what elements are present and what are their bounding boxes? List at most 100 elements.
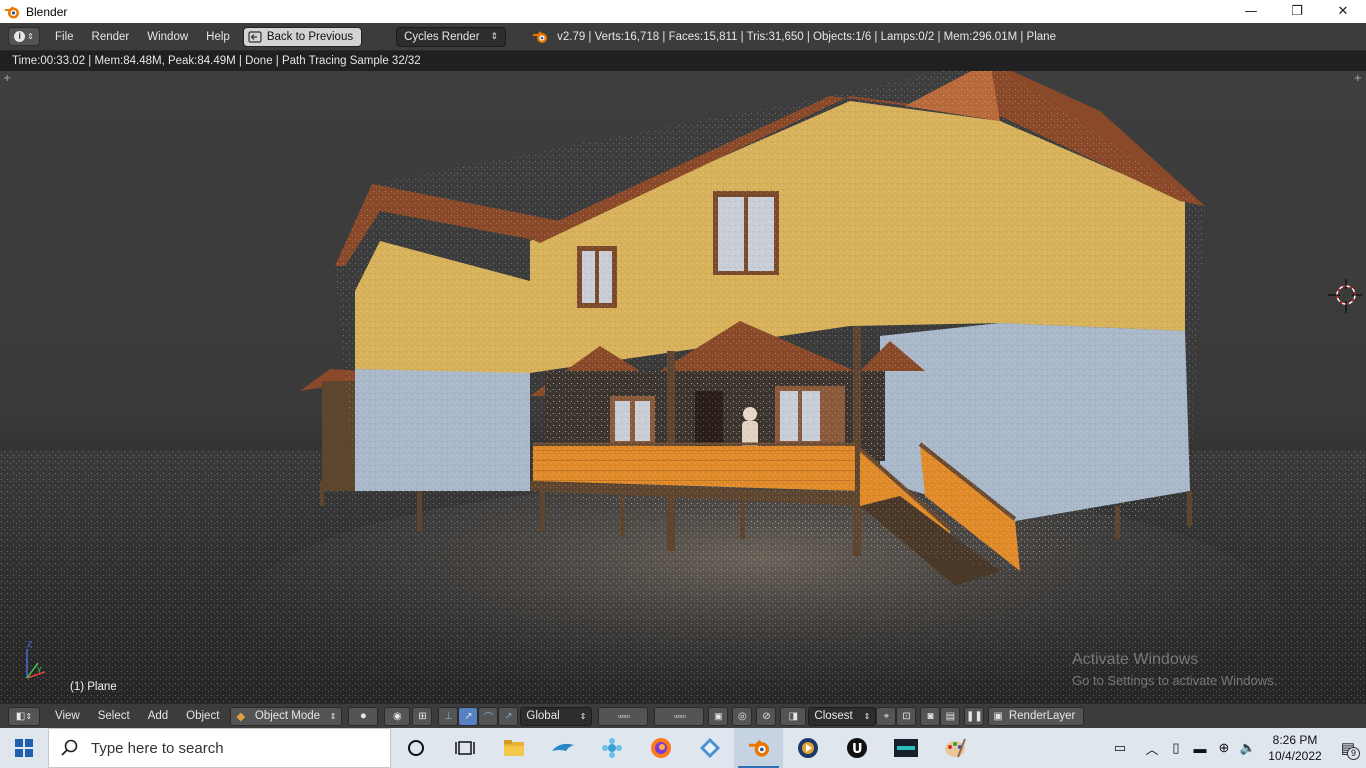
snap-target-value: Closest xyxy=(814,710,853,722)
falloff-icon: ⊘ xyxy=(762,710,771,722)
snap-target-dropdown[interactable]: Closest ⇕ xyxy=(808,706,877,726)
taskbar-app-firefox[interactable] xyxy=(636,728,685,768)
translate-manipulator[interactable]: ⊥ xyxy=(438,706,459,726)
taskbar-app-diamond[interactable] xyxy=(685,728,734,768)
blender-logo-icon xyxy=(533,30,548,43)
falloff-button[interactable]: ⊘ xyxy=(756,706,777,726)
updown-arrows-icon: ⇕ xyxy=(863,711,871,721)
menu-render[interactable]: Render xyxy=(83,27,139,47)
translate-icon: ⊥ xyxy=(444,710,453,722)
keyboard-icon: ▭ xyxy=(1113,740,1127,755)
snap-align-button[interactable]: ⌖ xyxy=(876,706,897,726)
windows-taskbar: Type here to search U ▭ ︿ ▯ ▬ ⊕ 🔈 8:26 P… xyxy=(0,728,1366,768)
back-to-previous-button[interactable]: Back to Previous xyxy=(242,26,363,47)
watermark-title: Activate Windows xyxy=(1072,651,1199,668)
manipulator-toggle[interactable]: ⊞ xyxy=(412,706,433,726)
minimize-button[interactable]: — xyxy=(1228,0,1274,23)
updown-arrows-icon: ⇕ xyxy=(27,31,34,41)
layers-grid-icon: ▫▫▫▫▫ xyxy=(673,711,686,721)
diamond-app-icon xyxy=(699,738,720,758)
blender-logo-icon xyxy=(5,5,19,18)
snap-manipulator[interactable]: ↗ xyxy=(498,706,519,726)
taskbar-app-file-explorer[interactable] xyxy=(489,728,538,768)
taskbar-search-box[interactable]: Type here to search xyxy=(48,728,391,768)
menu-object[interactable]: Object xyxy=(177,706,228,726)
speaker-icon: 🔈 xyxy=(1239,740,1257,755)
taskbar-app-unreal-engine[interactable]: U xyxy=(832,728,881,768)
layer-lock-icon: ▣ xyxy=(714,710,723,721)
task-view-icon xyxy=(454,741,475,755)
action-center-button[interactable]: ▤ 9 xyxy=(1330,728,1366,768)
task-view-button[interactable] xyxy=(440,728,489,768)
tray-device-button[interactable]: ▯ xyxy=(1164,728,1188,768)
layer-buttons-1[interactable]: ▫▫▫▫▫ xyxy=(598,706,649,726)
snap-element-dropdown[interactable]: ◨ xyxy=(780,706,807,726)
render-animation-button[interactable]: ▤ xyxy=(940,706,961,726)
editor-type-selector[interactable]: ◧ ⇕ xyxy=(8,706,40,726)
object-mode-dropdown[interactable]: ◆ Object Mode ⇕ xyxy=(230,706,343,726)
scale-manipulator[interactable]: ⌒ xyxy=(478,706,499,726)
pause-icon: ❚❚ xyxy=(966,710,983,722)
snap-element-icon: ◨ xyxy=(788,710,799,722)
pause-render-button[interactable]: ❚❚ xyxy=(964,706,985,726)
menu-view[interactable]: View xyxy=(46,706,89,726)
lock-camera-button[interactable]: ▣ xyxy=(708,706,729,726)
3d-viewport[interactable]: Z Y Time:00:33.02 | Mem:84.48M, Peak:84.… xyxy=(0,51,1366,703)
transform-orientation-dropdown[interactable]: Global ⇕ xyxy=(520,706,593,726)
render-still-button[interactable]: ◙ xyxy=(920,706,941,726)
render-engine-dropdown[interactable]: Cycles Render ⇕ xyxy=(396,26,507,47)
puzzle-icon xyxy=(601,738,622,758)
render-status-bar: Time:00:33.02 | Mem:84.48M, Peak:84.49M … xyxy=(0,51,1366,71)
menu-file[interactable]: File xyxy=(46,27,83,47)
axis-y-label: Y xyxy=(36,666,42,675)
arrow-icon: ↗ xyxy=(504,710,513,722)
taskbar-app-dolphin[interactable] xyxy=(538,728,587,768)
taskbar-app-puzzle[interactable] xyxy=(587,728,636,768)
viewport-shading-dropdown[interactable]: ● xyxy=(348,706,379,726)
close-button[interactable]: ✕ xyxy=(1320,0,1366,23)
volume-button[interactable]: 🔈 xyxy=(1236,728,1260,768)
input-indicator-button[interactable]: ▭ xyxy=(1100,728,1140,768)
network-button[interactable]: ⊕ xyxy=(1212,728,1236,768)
clock[interactable]: 8:26 PM 10/4/2022 xyxy=(1260,732,1330,764)
media-app-icon xyxy=(797,738,818,758)
manipulator-icon: ⊞ xyxy=(418,710,427,722)
pivot-point-dropdown[interactable]: ◉ xyxy=(384,706,411,726)
globe-icon: ⊕ xyxy=(1218,740,1230,755)
taskbar-app-paint[interactable] xyxy=(930,728,979,768)
notification-count-badge: 9 xyxy=(1347,747,1360,760)
start-button[interactable] xyxy=(0,728,48,768)
dolphin-icon xyxy=(551,743,574,751)
object-mode-value: Object Mode xyxy=(254,710,321,722)
show-hidden-icons-button[interactable]: ︿ xyxy=(1140,728,1164,768)
render-layer-field[interactable]: ▣ RenderLayer xyxy=(988,706,1085,726)
scale-icon: ⌒ xyxy=(483,712,494,724)
maximize-button[interactable]: ❐ xyxy=(1274,0,1320,23)
snap-project-button[interactable]: ⊡ xyxy=(896,706,917,726)
render-layer-value: RenderLayer xyxy=(1008,710,1076,722)
battery-button[interactable]: ▬ xyxy=(1188,728,1212,768)
menu-add[interactable]: Add xyxy=(139,706,177,726)
menu-help[interactable]: Help xyxy=(197,27,239,47)
orientation-value: Global xyxy=(526,710,560,722)
snap-project-icon: ⊡ xyxy=(902,710,911,722)
proportional-edit-button[interactable]: ◎ xyxy=(732,706,753,726)
menu-select[interactable]: Select xyxy=(89,706,139,726)
taskbar-app-blender[interactable] xyxy=(734,728,783,768)
taskbar-app-media[interactable] xyxy=(783,728,832,768)
menu-window[interactable]: Window xyxy=(138,27,197,47)
editor-type-selector[interactable]: i ⇕ xyxy=(8,27,40,46)
3d-cursor-icon xyxy=(1328,279,1362,313)
region-plus-left-icon[interactable]: + xyxy=(3,73,11,84)
back-button-label: Back to Previous xyxy=(266,30,354,43)
region-plus-right-icon[interactable]: + xyxy=(1354,73,1362,84)
cortana-button[interactable] xyxy=(391,728,440,768)
taskbar-app-dark[interactable] xyxy=(881,728,930,768)
windows-logo-icon xyxy=(15,739,33,757)
rotate-manipulator[interactable]: ↗ xyxy=(458,706,479,726)
axis-z-label: Z xyxy=(27,640,33,649)
back-arrow-icon xyxy=(248,30,262,43)
firefox-icon xyxy=(650,738,671,758)
layer-buttons-2[interactable]: ▫▫▫▫▫ xyxy=(654,706,705,726)
active-object-label: (1) Plane xyxy=(70,681,117,693)
